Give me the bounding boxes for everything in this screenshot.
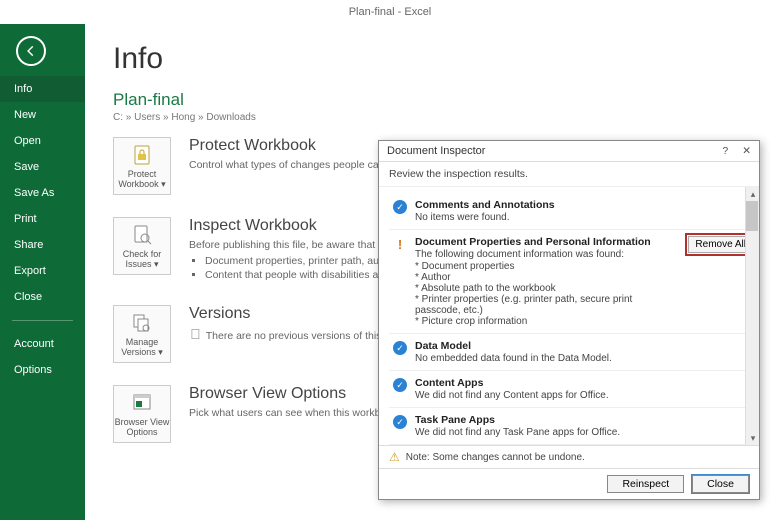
sidebar-item-save[interactable]: Save (0, 154, 85, 180)
result-text: Task Pane AppsWe did not find any Task P… (415, 414, 753, 438)
sidebar-item-info[interactable]: Info (0, 76, 85, 102)
doc-name: Plan-final (113, 90, 752, 110)
document-inspector-dialog: Document Inspector ? ✕ Review the inspec… (378, 140, 760, 500)
result-desc: The following document information was f… (415, 249, 674, 260)
sidebar-item-account[interactable]: Account (0, 331, 85, 357)
result-title: Data Model (415, 340, 753, 352)
sidebar-item-new[interactable]: New (0, 102, 85, 128)
browser-view-button[interactable]: Browser View Options (113, 385, 171, 443)
result-item: Picture crop information (415, 316, 674, 327)
browser-view-label: Browser View Options (114, 418, 170, 438)
result-desc: No embedded data found in the Data Model… (415, 353, 753, 364)
inspector-result-row: ✓ Comments and AnnotationsNo items were f… (389, 193, 757, 230)
page-title: Info (113, 42, 752, 76)
scroll-down-icon[interactable]: ▾ (746, 431, 759, 445)
sidebar-separator (12, 320, 73, 321)
result-text: Document Properties and Personal Informa… (415, 236, 674, 327)
protect-workbook-button[interactable]: Protect Workbook ▾ (113, 137, 171, 195)
warning-icon: ⚠ (389, 450, 400, 464)
result-desc: We did not find any Task Pane apps for O… (415, 427, 753, 438)
warning-icon: ! (393, 237, 407, 251)
result-item: Printer properties (e.g. printer path, s… (415, 294, 674, 316)
sidebar: Info New Open Save Save As Print Share E… (0, 24, 85, 520)
result-title: Comments and Annotations (415, 199, 753, 211)
scroll-up-icon[interactable]: ▴ (746, 187, 759, 201)
dialog-subtitle: Review the inspection results. (379, 162, 759, 187)
reinspect-button[interactable]: Reinspect (607, 475, 684, 493)
check-icon: ✓ (393, 341, 407, 355)
check-icon: ✓ (393, 200, 407, 214)
close-button[interactable]: Close (692, 475, 749, 493)
sidebar-item-save-as[interactable]: Save As (0, 180, 85, 206)
doc-path: C: » Users » Hong » Downloads (113, 112, 752, 123)
dialog-body: ✓ Comments and AnnotationsNo items were f… (379, 187, 759, 445)
result-desc: We did not find any Content apps for Off… (415, 390, 753, 401)
versions-icon (130, 311, 154, 335)
result-text: Comments and AnnotationsNo items were fo… (415, 199, 753, 223)
result-text: Content AppsWe did not find any Content … (415, 377, 753, 401)
dialog-close-x[interactable]: ✕ (742, 145, 751, 157)
check-issues-button[interactable]: Check for Issues ▾ (113, 217, 171, 275)
sidebar-item-share[interactable]: Share (0, 232, 85, 258)
inspector-result-row: ! Document Properties and Personal Inform… (389, 230, 757, 334)
sidebar-item-print[interactable]: Print (0, 206, 85, 232)
dialog-footer: Reinspect Close (379, 469, 759, 499)
back-button[interactable] (16, 36, 46, 66)
result-text: Data ModelNo embedded data found in the … (415, 340, 753, 364)
check-icon: ✓ (393, 378, 407, 392)
document-icon (189, 327, 203, 341)
check-issues-label: Check for Issues ▾ (114, 250, 170, 270)
browser-view-icon (130, 391, 154, 415)
manage-versions-label: Manage Versions ▾ (114, 338, 170, 358)
sidebar-item-export[interactable]: Export (0, 258, 85, 284)
result-title: Task Pane Apps (415, 414, 753, 426)
manage-versions-button[interactable]: Manage Versions ▾ (113, 305, 171, 363)
result-desc: No items were found. (415, 212, 753, 223)
dialog-help-button[interactable]: ? (722, 145, 728, 157)
result-title: Document Properties and Personal Informa… (415, 236, 674, 248)
dialog-note: ⚠ Note: Some changes cannot be undone. (379, 445, 759, 469)
scroll-thumb[interactable] (746, 201, 758, 231)
dialog-titlebar: Document Inspector ? ✕ (379, 141, 759, 162)
dialog-note-text: Note: Some changes cannot be undone. (406, 452, 585, 463)
result-item: Document properties (415, 261, 674, 272)
sidebar-item-options[interactable]: Options (0, 357, 85, 383)
check-icon: ✓ (393, 415, 407, 429)
shield-lock-icon (130, 143, 154, 167)
document-search-icon (130, 223, 154, 247)
result-title: Content Apps (415, 377, 753, 389)
dialog-title: Document Inspector (387, 145, 485, 157)
result-items: Document propertiesAuthorAbsolute path t… (415, 261, 674, 327)
sidebar-item-open[interactable]: Open (0, 128, 85, 154)
dialog-scrollbar[interactable]: ▴ ▾ (745, 187, 759, 445)
inspector-result-row: ✓ Task Pane AppsWe did not find any Task … (389, 408, 757, 445)
sidebar-item-close[interactable]: Close (0, 284, 85, 310)
window-title: Plan-final - Excel (0, 0, 780, 24)
result-item: Absolute path to the workbook (415, 283, 674, 294)
protect-workbook-label: Protect Workbook ▾ (114, 170, 170, 190)
inspector-result-row: ✓ Content AppsWe did not find any Content… (389, 371, 757, 408)
result-item: Author (415, 272, 674, 283)
inspector-result-row: ✓ Data ModelNo embedded data found in the… (389, 334, 757, 371)
versions-text: There are no previous versions of this f… (206, 330, 401, 342)
remove-all-button[interactable]: Remove All (688, 236, 753, 253)
arrow-left-icon (24, 44, 38, 58)
